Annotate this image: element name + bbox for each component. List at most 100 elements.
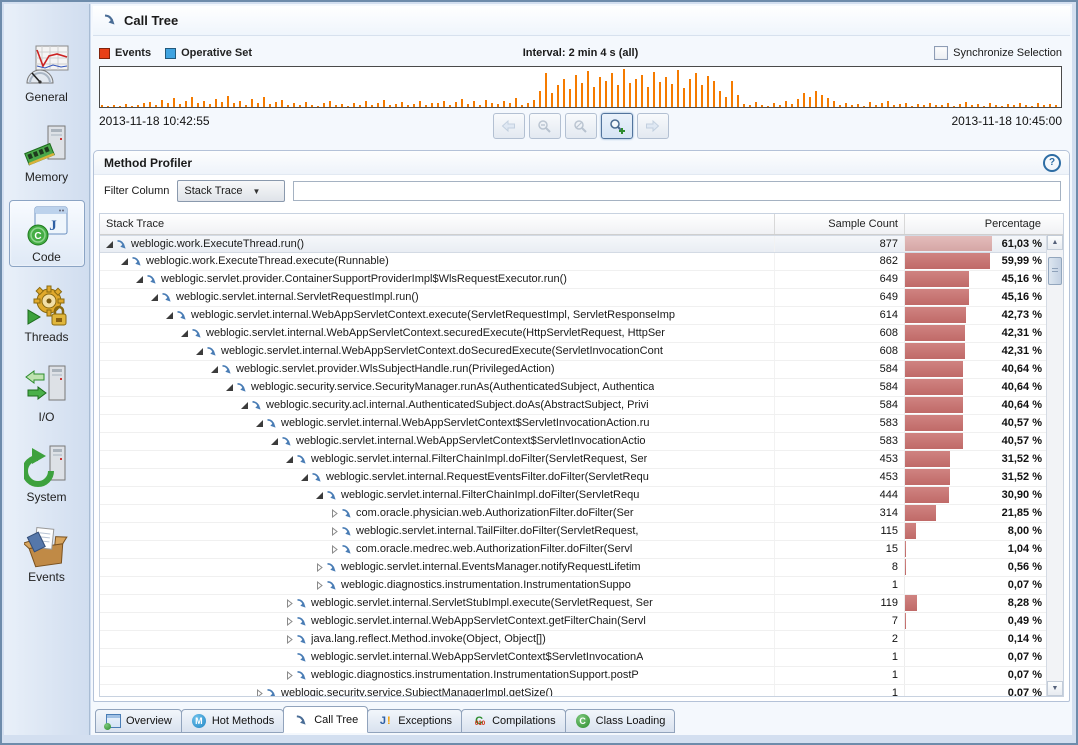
table-body: weblogic.work.ExecuteThread.run()87761,0… <box>100 235 1047 696</box>
expand-toggle-icon[interactable] <box>330 545 341 554</box>
expand-toggle-icon[interactable] <box>255 419 266 428</box>
table-row[interactable]: weblogic.security.service.SecurityManage… <box>100 379 1047 397</box>
table-row[interactable]: weblogic.work.ExecuteThread.execute(Runn… <box>100 253 1047 271</box>
table-row[interactable]: weblogic.servlet.internal.WebAppServletC… <box>100 415 1047 433</box>
percentage-cell: 0,07 % <box>905 649 1047 666</box>
expand-toggle-icon[interactable] <box>330 527 341 536</box>
expand-toggle-icon[interactable] <box>285 671 296 680</box>
expand-toggle-icon[interactable] <box>240 401 251 410</box>
method-name: weblogic.work.ExecuteThread.execute(Runn… <box>146 253 389 270</box>
expand-toggle-icon[interactable] <box>300 473 311 482</box>
timeline-bar <box>149 102 151 107</box>
tab-class-loading[interactable]: CClass Loading <box>565 709 676 733</box>
tab-overview[interactable]: Overview <box>95 709 182 733</box>
page-title-bar: Call Tree <box>93 6 1070 36</box>
expand-toggle-icon[interactable] <box>225 383 236 392</box>
table-row[interactable]: com.oracle.medrec.web.AuthorizationFilte… <box>100 541 1047 559</box>
column-header-percentage[interactable]: Percentage <box>905 214 1047 234</box>
method-icon <box>116 239 131 250</box>
sidebar-item-memory[interactable]: Memory <box>9 120 85 187</box>
sidebar-item-general[interactable]: General <box>9 40 85 107</box>
timeline-bar <box>971 105 973 107</box>
table-row[interactable]: weblogic.servlet.provider.WlsSubjectHand… <box>100 361 1047 379</box>
tab-call-tree[interactable]: Call Tree <box>283 706 368 733</box>
sidebar-item-threads[interactable]: Threads <box>9 280 85 347</box>
expand-toggle-icon[interactable] <box>285 635 296 644</box>
tab-compilations[interactable]: C010Compilations <box>461 709 566 733</box>
sample-count-cell: 584 <box>775 361 905 378</box>
expand-toggle-icon[interactable] <box>180 329 191 338</box>
table-row[interactable]: weblogic.servlet.internal.RequestEventsF… <box>100 469 1047 487</box>
table-row[interactable]: java.lang.reflect.Method.invoke(Object, … <box>100 631 1047 649</box>
zoom-selection-button[interactable] <box>565 113 597 139</box>
table-row[interactable]: weblogic.diagnostics.instrumentation.Ins… <box>100 577 1047 595</box>
method-name: weblogic.work.ExecuteThread.run() <box>131 236 304 252</box>
scrollbar-up-button[interactable]: ▲ <box>1047 235 1063 250</box>
expand-toggle-icon[interactable] <box>195 347 206 356</box>
table-row[interactable]: weblogic.servlet.internal.EventsManager.… <box>100 559 1047 577</box>
zoom-out-button[interactable] <box>529 113 561 139</box>
sidebar-item-system[interactable]: System <box>9 440 85 507</box>
timeline-bar <box>485 100 487 107</box>
table-row[interactable]: weblogic.servlet.internal.FilterChainImp… <box>100 487 1047 505</box>
method-name: weblogic.security.service.SecurityManage… <box>251 379 654 396</box>
help-icon[interactable]: ? <box>1043 154 1061 172</box>
table-row[interactable]: weblogic.servlet.internal.ServletStubImp… <box>100 595 1047 613</box>
table-row[interactable]: com.oracle.physician.web.AuthorizationFi… <box>100 505 1047 523</box>
table-row[interactable]: weblogic.servlet.internal.WebAppServletC… <box>100 613 1047 631</box>
expand-toggle-icon[interactable] <box>105 240 116 249</box>
synchronize-selection[interactable]: Synchronize Selection <box>934 46 1062 60</box>
sidebar-item-events[interactable]: Events <box>9 520 85 587</box>
tab-exceptions[interactable]: J!Exceptions <box>367 709 462 733</box>
expand-toggle-icon[interactable] <box>285 599 296 608</box>
scrollbar-thumb[interactable] <box>1048 257 1062 285</box>
expand-toggle-icon[interactable] <box>315 491 326 500</box>
vertical-scrollbar[interactable]: ▲ ▼ <box>1046 235 1063 696</box>
sample-count-cell: 444 <box>775 487 905 504</box>
expand-toggle-icon[interactable] <box>135 275 146 284</box>
expand-toggle-icon[interactable] <box>165 311 176 320</box>
expand-toggle-icon[interactable] <box>150 293 161 302</box>
table-row[interactable]: weblogic.servlet.internal.WebAppServletC… <box>100 325 1047 343</box>
table-row[interactable]: weblogic.security.service.SubjectManager… <box>100 685 1047 696</box>
column-header-stack-trace[interactable]: Stack Trace <box>100 214 775 234</box>
timeline-bar <box>155 105 157 107</box>
table-row[interactable]: weblogic.diagnostics.instrumentation.Ins… <box>100 667 1047 685</box>
expand-toggle-icon[interactable] <box>285 455 296 464</box>
back-button[interactable] <box>493 113 525 139</box>
method-icon <box>341 526 356 537</box>
expand-toggle-icon[interactable] <box>120 257 131 266</box>
table-row[interactable]: weblogic.servlet.internal.FilterChainImp… <box>100 451 1047 469</box>
timeline-bar <box>881 103 883 107</box>
filter-column-select[interactable]: Stack Trace ▼ <box>177 180 285 202</box>
expand-toggle-icon[interactable] <box>255 689 266 696</box>
table-row[interactable]: weblogic.servlet.provider.ContainerSuppo… <box>100 271 1047 289</box>
expand-toggle-icon[interactable] <box>210 365 221 374</box>
expand-toggle-icon[interactable] <box>285 617 296 626</box>
expand-toggle-icon[interactable] <box>315 581 326 590</box>
table-row[interactable]: weblogic.security.acl.internal.Authentic… <box>100 397 1047 415</box>
zoom-in-button[interactable] <box>601 113 633 139</box>
table-row[interactable]: weblogic.servlet.internal.WebAppServletC… <box>100 343 1047 361</box>
table-row[interactable]: weblogic.servlet.internal.WebAppServletC… <box>100 649 1047 667</box>
filter-text-input[interactable] <box>293 181 1061 201</box>
table-row[interactable]: weblogic.servlet.internal.WebAppServletC… <box>100 307 1047 325</box>
forward-button[interactable] <box>637 113 669 139</box>
method-profiler-panel: Method Profiler ? Filter Column Stack Tr… <box>93 150 1070 702</box>
expand-toggle-icon[interactable] <box>270 437 281 446</box>
percentage-cell: 0,56 % <box>905 559 1047 576</box>
sidebar-item-code[interactable]: JCCode <box>9 200 85 267</box>
sidebar-item-i-o[interactable]: I/O <box>9 360 85 427</box>
table-row[interactable]: weblogic.servlet.internal.TailFilter.doF… <box>100 523 1047 541</box>
table-row[interactable]: weblogic.servlet.internal.WebAppServletC… <box>100 433 1047 451</box>
synchronize-selection-checkbox[interactable] <box>934 46 948 60</box>
column-header-sample-count[interactable]: Sample Count <box>775 214 905 234</box>
table-row[interactable]: weblogic.work.ExecuteThread.run()87761,0… <box>100 235 1047 253</box>
expand-toggle-icon[interactable] <box>315 563 326 572</box>
timeline-chart[interactable] <box>99 66 1062 108</box>
table-row[interactable]: weblogic.servlet.internal.ServletRequest… <box>100 289 1047 307</box>
scrollbar-down-button[interactable]: ▼ <box>1047 681 1063 696</box>
tab-hot-methods[interactable]: MHot Methods <box>181 709 284 733</box>
expand-toggle-icon[interactable] <box>330 509 341 518</box>
timeline-bar <box>1007 104 1009 107</box>
